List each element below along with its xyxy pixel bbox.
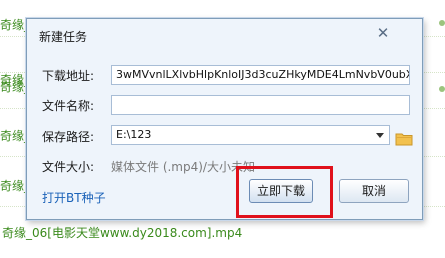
filename-label: 文件名称: [42,99,95,113]
size-label: 文件大小: [42,160,95,174]
path-label: 保存路径: [42,130,95,144]
chevron-down-icon[interactable] [376,133,384,138]
size-value: 媒体文件 (.mp4)/大小未知 [111,160,255,174]
folder-icon[interactable] [395,132,413,146]
cancel-button[interactable]: 取消 [339,179,409,203]
highlight-box [236,166,333,218]
path-value: E:\123 [116,128,152,141]
filename-field[interactable] [111,95,410,115]
list-item-dot [439,20,445,26]
list-item-dot [439,86,445,92]
list-item[interactable]: 奇缘_06[电影天堂www.dy2018.com].mp4 [0,222,445,258]
list-item-text: 奇缘_06[电影天堂www.dy2018.com].mp4 [2,226,243,240]
url-field[interactable]: 3wMVvnlLXlvbHlpKnloIJ3d3cuZHkyMDE4LmNvbV… [111,65,410,85]
dialog-titlebar[interactable]: 新建任务 ✕ [27,19,422,51]
new-task-dialog: 新建任务 ✕ 下载地址: 3wMVvnlLXlvbHlpKnloIJ3d3cuZ… [26,18,423,220]
path-select[interactable]: E:\123 [111,125,390,145]
url-label: 下载地址: [42,69,95,83]
close-icon[interactable]: ✕ [373,23,393,43]
open-bt-seed-link[interactable]: 打开BT种子 [42,189,106,206]
dialog-title: 新建任务 [39,30,88,44]
